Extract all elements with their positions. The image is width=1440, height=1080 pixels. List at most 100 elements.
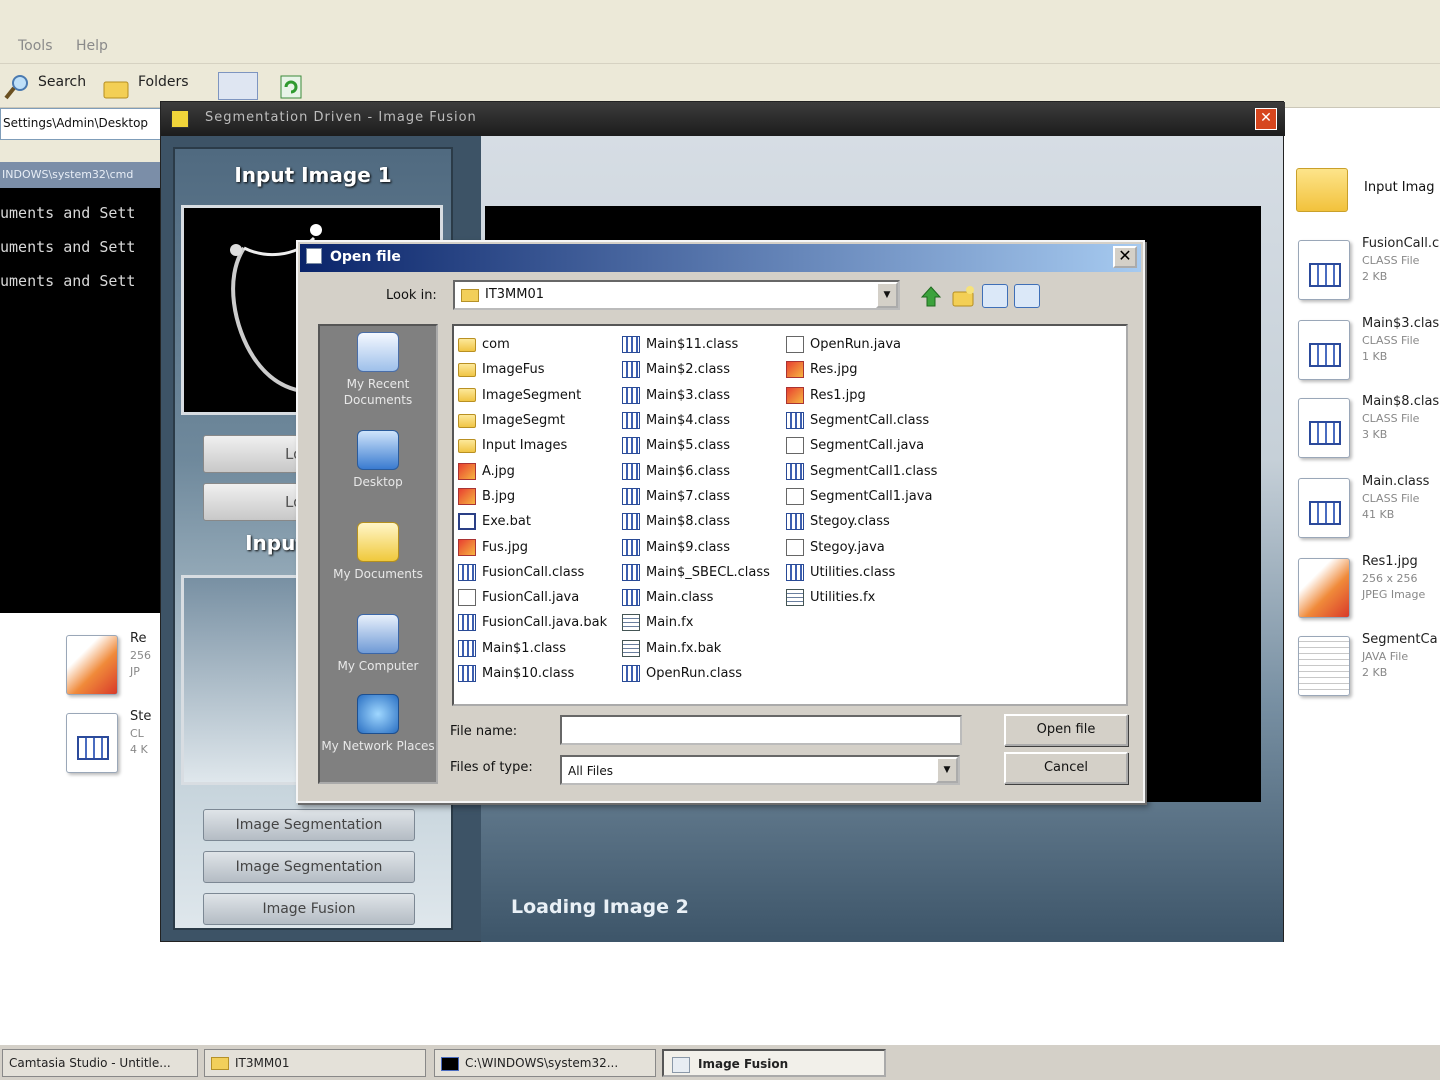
image-fusion-button[interactable]: Image Fusion <box>203 893 415 925</box>
my-computer-icon <box>357 614 399 654</box>
menu-help[interactable]: Help <box>76 38 108 54</box>
file-item[interactable]: Main.class CLASS File 41 KB <box>1296 474 1440 546</box>
open-file-button[interactable]: Open file <box>1004 714 1128 746</box>
file-name: Main$3.clas <box>1362 316 1440 331</box>
new-folder-icon[interactable] <box>950 284 976 308</box>
search-icon[interactable] <box>4 72 32 100</box>
folders-button[interactable]: Folders <box>138 74 189 90</box>
fusion-titlebar[interactable]: Segmentation Driven - Image Fusion <box>161 102 1285 136</box>
file-list-item[interactable]: Main$6.class <box>622 458 770 483</box>
file-list-item[interactable]: Main.class <box>622 585 770 610</box>
class-file-icon <box>66 713 118 773</box>
file-list-item[interactable]: Res1.jpg <box>786 383 937 408</box>
file-name: SegmentCa <box>1362 632 1438 647</box>
address-bar[interactable]: Settings\Admin\Desktop <box>0 108 170 140</box>
file-name[interactable]: Input Imag <box>1364 180 1435 195</box>
file-item[interactable]: SegmentCa JAVA File 2 KB <box>1296 632 1440 704</box>
file-list-item[interactable]: Stegoy.java <box>786 534 937 559</box>
class-file-icon <box>622 665 640 682</box>
close-icon[interactable]: ✕ <box>1113 246 1137 268</box>
file-list-item[interactable]: Utilities.fx <box>786 585 937 610</box>
folders-icon[interactable] <box>102 76 132 100</box>
look-in-select[interactable]: IT3MM01 ▼ <box>453 280 900 310</box>
file-list-item[interactable]: Main$4.class <box>622 408 770 433</box>
file-name-field[interactable] <box>560 715 962 745</box>
file-list-item[interactable]: Main$3.class <box>622 383 770 408</box>
file-list-item[interactable]: OpenRun.class <box>622 661 770 686</box>
file-list-item[interactable]: Utilities.class <box>786 560 937 585</box>
file-list-item[interactable]: SegmentCall.java <box>786 433 937 458</box>
file-item[interactable]: FusionCall.c CLASS File 2 KB <box>1296 236 1440 308</box>
file-list-item[interactable]: Stegoy.class <box>786 509 937 534</box>
file-list-item-name: Utilities.class <box>810 564 896 580</box>
file-list-item[interactable]: B.jpg <box>458 484 607 509</box>
file-list-item[interactable]: Main$10.class <box>458 661 607 686</box>
taskbar-item[interactable]: Camtasia Studio - Untitle... <box>2 1049 198 1077</box>
file-list-item[interactable]: ImageSegment <box>458 383 607 408</box>
folder-icon <box>458 362 476 377</box>
file-list-item[interactable]: Res.jpg <box>786 357 937 382</box>
taskbar-item[interactable]: IT3MM01 <box>204 1049 426 1077</box>
file-list-item[interactable]: com <box>458 332 607 357</box>
chevron-down-icon[interactable]: ▼ <box>876 282 898 308</box>
class-file-icon <box>786 462 804 480</box>
file-type: CLASS File <box>1362 254 1420 267</box>
file-list-item[interactable]: FusionCall.java <box>458 585 607 610</box>
file-list-item[interactable]: Input Images <box>458 433 607 458</box>
close-icon[interactable]: ✕ <box>1255 108 1277 130</box>
files-of-type-value: All Files <box>568 764 614 778</box>
image-segmentation-2-button[interactable]: Image Segmentation <box>203 851 415 883</box>
recent-documents-icon <box>357 332 399 372</box>
file-list-item[interactable]: ImageSegmt <box>458 408 607 433</box>
file-size: 1 KB <box>1362 350 1388 363</box>
file-list-item[interactable]: Exe.bat <box>458 509 607 534</box>
search-button[interactable]: Search <box>38 74 86 90</box>
taskbar-item[interactable]: C:\WINDOWS\system32... <box>434 1049 656 1077</box>
file-list-item[interactable]: Main$1.class <box>458 636 607 661</box>
list-view-icon[interactable] <box>982 284 1008 308</box>
file-item[interactable]: Main$3.clas CLASS File 1 KB <box>1296 316 1440 388</box>
file-list-item[interactable]: ImageFus <box>458 357 607 382</box>
taskbar-item-label: Image Fusion <box>698 1057 789 1071</box>
file-item[interactable]: Main$8.clas CLASS File 3 KB <box>1296 394 1440 466</box>
place-my-recent-documents[interactable]: My Recent Documents <box>320 332 436 408</box>
file-list-item-name: Main$6.class <box>646 463 730 479</box>
taskbar-item[interactable]: Image Fusion <box>662 1049 886 1077</box>
dialog-title[interactable]: Open file <box>300 244 1141 272</box>
file-list-item[interactable]: SegmentCall.class <box>786 408 937 433</box>
file-name: Ste <box>130 709 152 724</box>
file-list-item[interactable]: SegmentCall1.class <box>786 458 937 483</box>
place-my-computer[interactable]: My Computer <box>320 614 436 674</box>
chevron-down-icon[interactable]: ▼ <box>936 757 958 783</box>
place-desktop[interactable]: Desktop <box>320 430 436 490</box>
file-list-item[interactable]: Main.fx <box>622 610 770 635</box>
file-list-item[interactable]: FusionCall.java.bak <box>458 610 607 635</box>
menu-tools[interactable]: Tools <box>18 38 53 54</box>
file-list-item[interactable]: Main$7.class <box>622 484 770 509</box>
file-list-item[interactable]: Main$9.class <box>622 534 770 559</box>
cancel-button[interactable]: Cancel <box>1004 752 1128 784</box>
files-of-type-select[interactable]: All Files ▼ <box>560 755 960 785</box>
file-item[interactable]: Res1.jpg 256 x 256 JPEG Image <box>1296 554 1440 626</box>
image-segmentation-1-button[interactable]: Image Segmentation <box>203 809 415 841</box>
file-list-item[interactable]: Main$5.class <box>622 433 770 458</box>
file-list-item[interactable]: Main$8.class <box>622 509 770 534</box>
java-file-icon <box>458 589 476 607</box>
refresh-icon[interactable] <box>278 72 304 100</box>
details-view-icon[interactable] <box>1014 284 1040 308</box>
file-list-item[interactable]: Main$_SBECL.class <box>622 560 770 585</box>
up-folder-icon[interactable] <box>918 284 944 308</box>
file-list-item[interactable]: OpenRun.java <box>786 332 937 357</box>
file-list-item-name: FusionCall.java <box>482 590 580 606</box>
file-list-item[interactable]: SegmentCall1.java <box>786 484 937 509</box>
file-list-item[interactable]: FusionCall.class <box>458 560 607 585</box>
place-my-documents[interactable]: My Documents <box>320 522 436 582</box>
file-list-item[interactable]: Main$2.class <box>622 357 770 382</box>
file-list-item[interactable]: Fus.jpg <box>458 534 607 559</box>
file-list-item-name: Main$11.class <box>646 337 739 353</box>
place-my-network-places[interactable]: My Network Places <box>320 694 436 754</box>
file-list-item[interactable]: A.jpg <box>458 458 607 483</box>
views-icon[interactable] <box>218 72 258 100</box>
file-list-item[interactable]: Main.fx.bak <box>622 636 770 661</box>
file-list-item[interactable]: Main$11.class <box>622 332 770 357</box>
